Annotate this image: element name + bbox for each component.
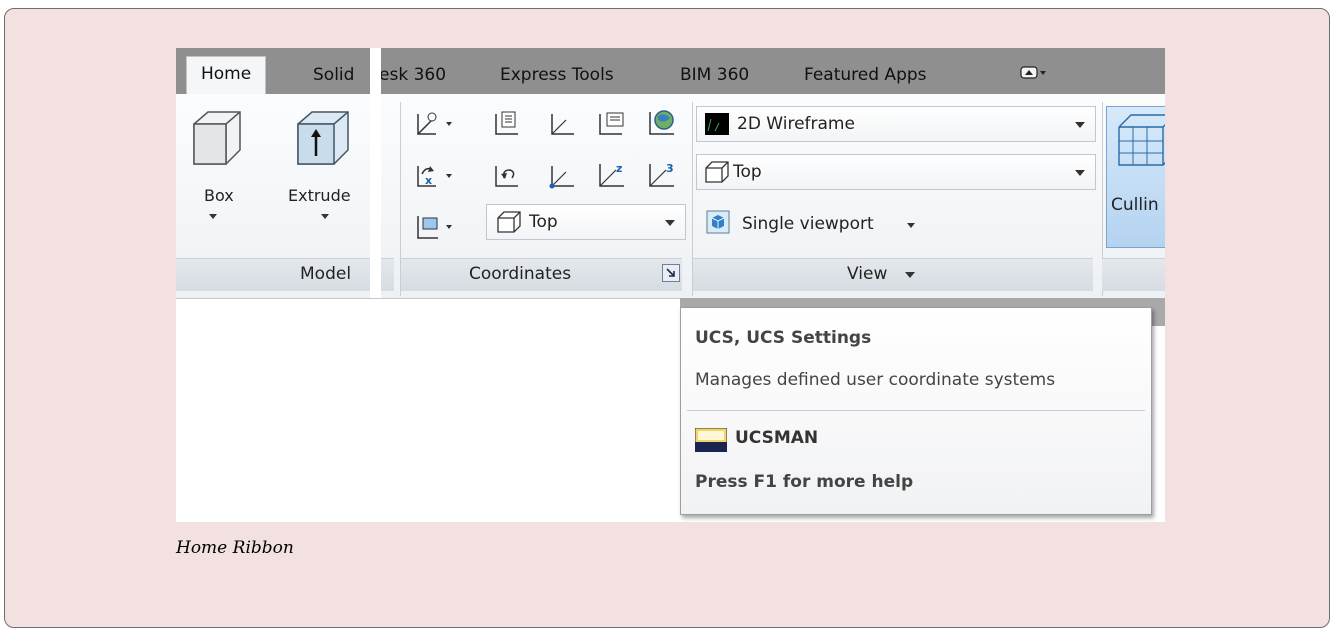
ucs-view-combo[interactable]: Top <box>486 204 686 240</box>
tooltip-description: Manages defined user coordinate systems <box>695 370 1056 390</box>
tab-express-tools[interactable]: Express Tools <box>500 58 614 94</box>
ucs-z-axis-icon[interactable]: z <box>596 160 628 194</box>
view-panel-title[interactable]: View <box>693 258 1093 291</box>
extrude-label: Extrude <box>288 186 351 205</box>
tooltip-title: UCS, UCS Settings <box>695 328 872 348</box>
viewport-icon[interactable] <box>706 210 730 238</box>
culling-panel-title <box>1102 258 1165 291</box>
svg-text:x: x <box>425 174 432 187</box>
world-ucs-icon[interactable] <box>548 110 578 142</box>
model-panel-title[interactable]: Model <box>176 258 370 291</box>
chevron-down-icon <box>905 272 915 278</box>
box-icon[interactable] <box>188 110 244 172</box>
model-panel-title-edge <box>381 258 394 291</box>
tab-featured-apps[interactable]: Featured Apps <box>804 58 927 94</box>
tooltip: UCS, UCS Settings Manages defined user c… <box>680 307 1152 515</box>
tooltip-divider <box>687 410 1145 411</box>
box-dropdown-arrow[interactable] <box>209 214 217 219</box>
view-value: Top <box>733 162 762 182</box>
ucs-origin-icon[interactable] <box>548 162 578 196</box>
coordinates-panel-title: Coordinates <box>401 258 682 291</box>
ucs-icon[interactable] <box>414 110 454 142</box>
view-combo[interactable]: Top <box>696 154 1096 190</box>
named-ucs-icon[interactable] <box>492 110 522 142</box>
figure-caption: Home Ribbon <box>176 538 294 558</box>
ucs-3point-icon[interactable]: 3 <box>646 160 678 194</box>
tab-gap <box>370 48 381 298</box>
tab-home[interactable]: Home <box>186 56 267 95</box>
ucs-view-value: Top <box>529 212 558 232</box>
box-label: Box <box>204 186 234 205</box>
command-icon <box>694 427 728 456</box>
ucs-x-icon[interactable]: x <box>414 162 454 196</box>
chevron-down-icon <box>1075 170 1085 176</box>
minimize-ribbon-icon[interactable] <box>1020 62 1048 84</box>
tab-bim-360[interactable]: BIM 360 <box>680 58 749 94</box>
ucs-previous-icon[interactable] <box>492 162 522 194</box>
svg-text:z: z <box>616 162 622 175</box>
tooltip-help: Press F1 for more help <box>695 472 914 492</box>
extrude-icon[interactable] <box>292 110 352 172</box>
ucs-globe-icon[interactable] <box>646 108 678 142</box>
visual-style-combo[interactable]: 2D Wireframe <box>696 106 1096 142</box>
tooltip-command: UCSMAN <box>735 428 819 448</box>
extrude-dropdown-arrow[interactable] <box>321 214 329 219</box>
dialog-launcher-button[interactable] <box>662 264 680 282</box>
culling-button[interactable]: Cullin <box>1106 106 1165 248</box>
culling-label: Cullin <box>1111 195 1159 215</box>
viewport-dropdown-arrow[interactable] <box>907 223 915 228</box>
tab-autodesk-360[interactable]: esk 360 <box>379 58 446 94</box>
chevron-down-icon <box>665 220 675 226</box>
svg-text:3: 3 <box>666 162 674 175</box>
tab-solid[interactable]: Solid <box>313 58 354 94</box>
chevron-down-icon <box>1075 122 1085 128</box>
ribbon-screenshot: Home Solid esk 360 Express Tools BIM 360… <box>176 48 1165 522</box>
single-viewport-label[interactable]: Single viewport <box>742 214 874 234</box>
ucs-details-icon[interactable] <box>596 110 628 142</box>
ucs-view-icon[interactable] <box>414 212 454 246</box>
visual-style-value: 2D Wireframe <box>737 114 855 134</box>
